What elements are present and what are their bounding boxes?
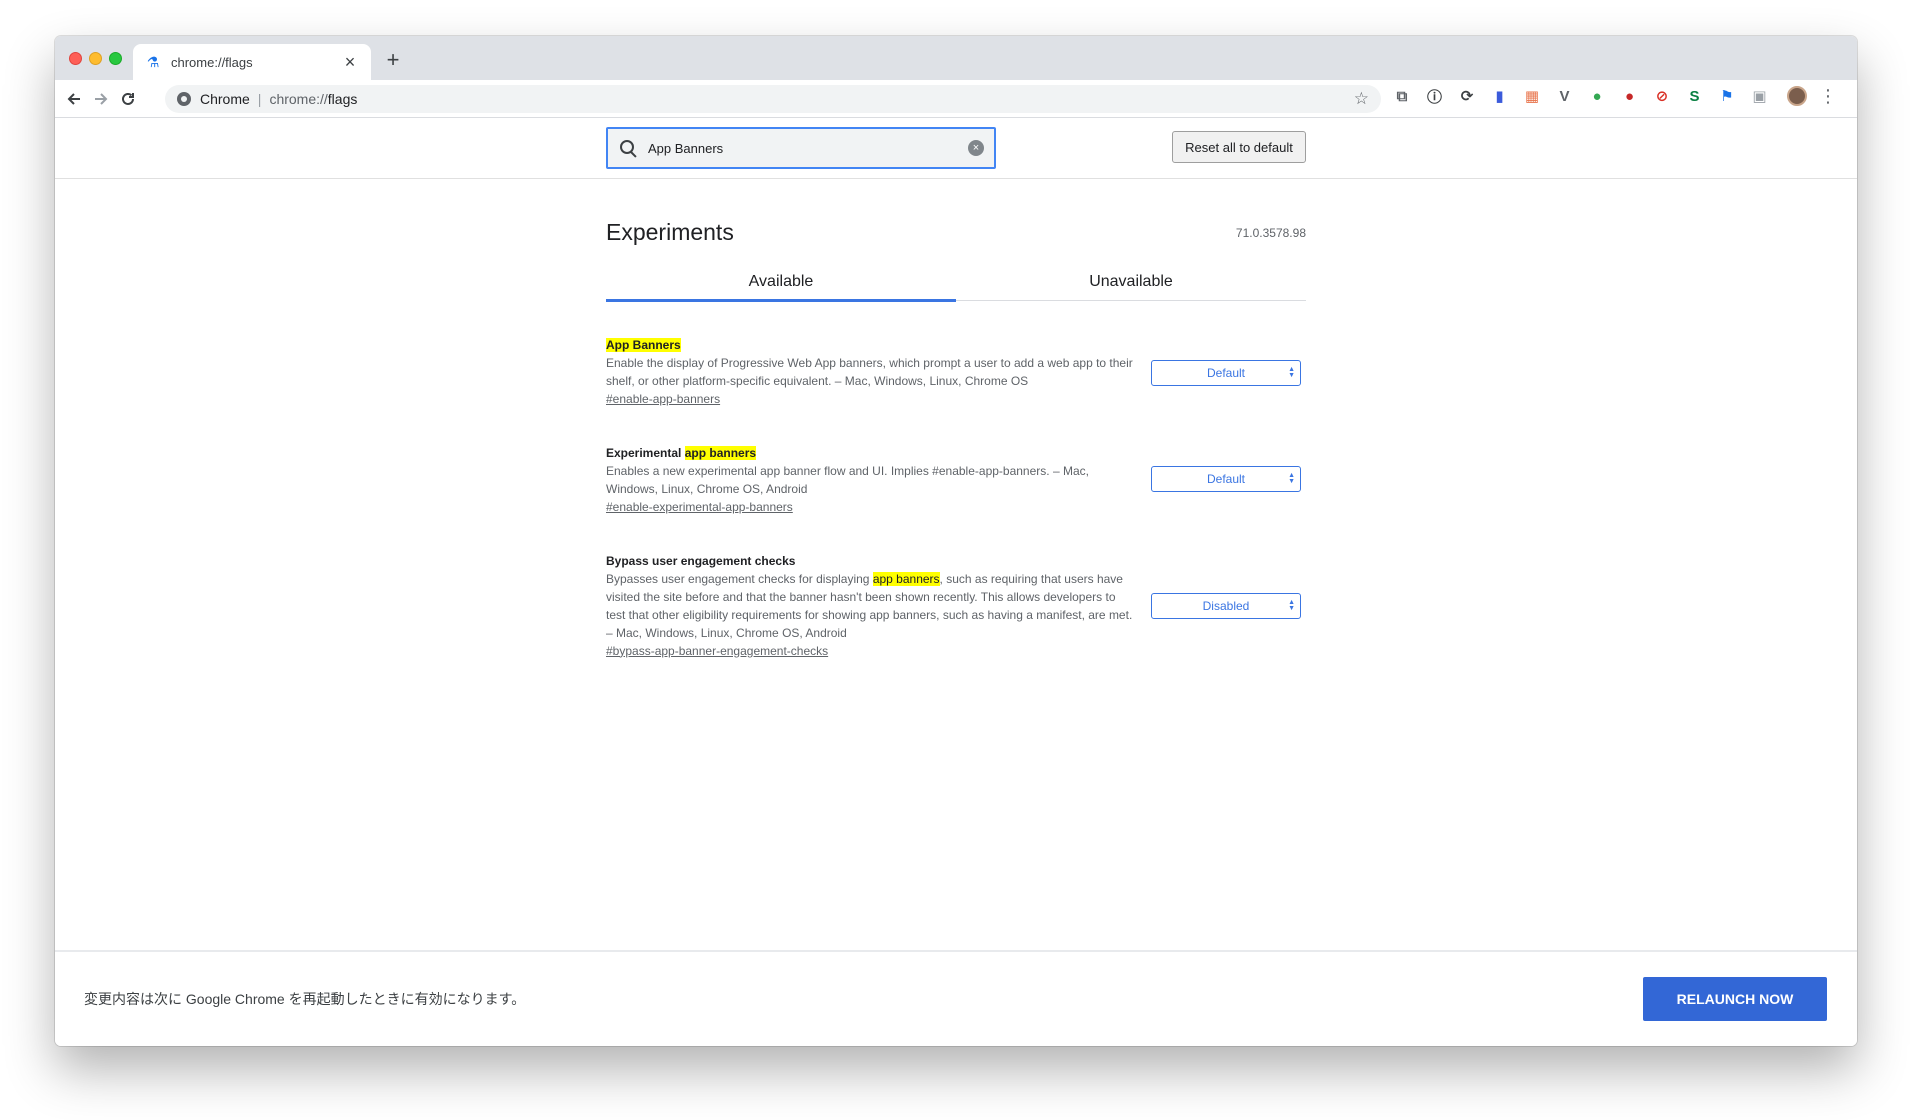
address-url-prefix: chrome:// <box>269 91 328 107</box>
address-site-label: Chrome <box>200 91 250 107</box>
sync-extension-icon[interactable]: ⟳ <box>1458 87 1476 105</box>
select-arrows-icon: ▲ ▼ <box>1288 472 1295 485</box>
bookmark-star-icon[interactable]: ☆ <box>1354 89 1369 109</box>
experiment-text: App Banners Enable the display of Progre… <box>606 337 1136 408</box>
more-menu-icon[interactable]: ⋮ <box>1819 87 1837 105</box>
tab-manager-extension-icon[interactable]: ⧉ <box>1393 87 1411 105</box>
tab-unavailable[interactable]: Unavailable <box>956 260 1306 300</box>
reload-button[interactable] <box>115 86 141 112</box>
forward-arrow-icon <box>95 93 108 105</box>
select-arrows-icon: ▲ ▼ <box>1288 599 1295 612</box>
back-arrow-icon <box>67 93 80 105</box>
experiment-name: App Banners <box>606 337 1136 353</box>
red-circle-extension-icon[interactable]: ● <box>1621 87 1639 105</box>
address-url-path: flags <box>327 91 358 107</box>
experiment-description: Bypasses user engagement checks for disp… <box>606 570 1136 642</box>
new-tab-button[interactable]: + <box>381 48 405 72</box>
experiment-item: App Banners Enable the display of Progre… <box>606 336 1306 408</box>
reload-icon <box>122 92 134 105</box>
experiment-name-highlight: app banners <box>684 445 757 460</box>
experiment-item: Bypass user engagement checks Bypasses u… <box>606 552 1306 660</box>
back-button[interactable] <box>61 86 87 112</box>
experiment-select-value: Default <box>1206 366 1246 380</box>
experiment-description: Enable the display of Progressive Web Ap… <box>606 355 1133 388</box>
flask-icon: ⚗ <box>146 54 160 70</box>
flags-content: Experiments 71.0.3578.98 Available Unava… <box>606 179 1306 660</box>
search-input[interactable] <box>648 140 968 156</box>
forward-button[interactable] <box>88 86 114 112</box>
experiment-select-value: Disabled <box>1202 599 1250 613</box>
experiment-link[interactable]: #enable-app-banners <box>606 392 720 406</box>
green-circle-extension-icon[interactable]: ● <box>1588 87 1606 105</box>
profile-avatar[interactable] <box>1787 86 1807 106</box>
experiment-name: Experimental app banners <box>606 445 1136 461</box>
experiment-description: Enables a new experimental app banner fl… <box>606 463 1089 496</box>
browser-window: ⚗ chrome://flags × + Chrome | chrome://f… <box>55 36 1857 1046</box>
block-extension-icon[interactable]: ⊘ <box>1653 87 1671 105</box>
clear-search-icon[interactable]: × <box>968 140 984 156</box>
experiment-description-highlight: app banners <box>872 571 940 586</box>
tab-title: chrome://flags <box>171 54 253 70</box>
relaunch-footer: 変更内容は次に Google Chrome を再起動したときに有効になります。 … <box>55 950 1857 1046</box>
title-row: Experiments 71.0.3578.98 <box>606 179 1306 247</box>
address-bar[interactable]: Chrome | chrome://flags ☆ <box>165 85 1381 113</box>
experiment-item: Experimental app banners Enables a new e… <box>606 444 1306 516</box>
flags-tabs: Available Unavailable <box>606 260 1306 302</box>
tab-strip: ⚗ chrome://flags × + <box>55 36 1857 80</box>
experiment-description-text: Bypasses user engagement checks for disp… <box>606 571 873 586</box>
search-icon <box>618 138 638 158</box>
experiment-select[interactable]: Default ▲ ▼ <box>1151 360 1301 386</box>
s-extension-icon[interactable]: S <box>1686 87 1704 105</box>
experiment-link[interactable]: #bypass-app-banner-engagement-checks <box>606 644 828 658</box>
experiment-name: Bypass user engagement checks <box>606 553 796 568</box>
window-minimize-button[interactable] <box>89 52 102 65</box>
experiment-name-highlight: App Banners <box>606 337 681 352</box>
v-extension-icon[interactable]: V <box>1556 87 1574 105</box>
extensions-area: ⧉ ⓘ ⟳ ▮ ▦ V ● ● ⊘ S ⚑ ▣ ⋮ <box>1393 86 1837 106</box>
experiment-select-value: Default <box>1206 472 1246 486</box>
blue-flag-extension-icon[interactable]: ⚑ <box>1718 87 1736 105</box>
browser-toolbar: Chrome | chrome://flags ☆ ⧉ ⓘ ⟳ ▮ ▦ V ● ● ⊘ S ⚑ ▣ ⋮ <box>55 80 1857 118</box>
gray-box-extension-icon[interactable]: ▣ <box>1751 87 1769 105</box>
tab-available[interactable]: Available <box>606 260 956 302</box>
relaunch-now-button[interactable]: RELAUNCH NOW <box>1643 977 1827 1021</box>
version-label: 71.0.3578.98 <box>1235 226 1306 240</box>
blue-card-extension-icon[interactable]: ▮ <box>1491 87 1509 105</box>
experiment-text: Bypass user engagement checks Bypasses u… <box>606 553 1136 660</box>
chrome-page-icon <box>177 92 191 106</box>
red-window-extension-icon[interactable]: ▦ <box>1523 87 1541 105</box>
search-box[interactable]: × <box>606 127 996 169</box>
window-close-button[interactable] <box>69 52 82 65</box>
window-maximize-button[interactable] <box>109 52 122 65</box>
info-extension-icon[interactable]: ⓘ <box>1426 87 1444 106</box>
experiment-select[interactable]: Default ▲ ▼ <box>1151 466 1301 492</box>
browser-tab-flags[interactable]: ⚗ chrome://flags × <box>133 44 371 80</box>
flags-search-header: × Reset all to default <box>55 119 1857 179</box>
page-title: Experiments <box>606 219 734 245</box>
experiment-text: Experimental app banners Enables a new e… <box>606 445 1136 516</box>
relaunch-message: 変更内容は次に Google Chrome を再起動したときに有効になります。 <box>84 991 526 1007</box>
reset-all-button[interactable]: Reset all to default <box>1172 131 1306 163</box>
address-separator: | <box>257 91 262 107</box>
experiment-name-text: Experimental <box>606 445 685 460</box>
experiment-select[interactable]: Disabled ▲ ▼ <box>1151 593 1301 619</box>
experiment-link[interactable]: #enable-experimental-app-banners <box>606 500 793 514</box>
tab-close-icon[interactable]: × <box>341 53 359 71</box>
select-arrows-icon: ▲ ▼ <box>1288 366 1295 379</box>
